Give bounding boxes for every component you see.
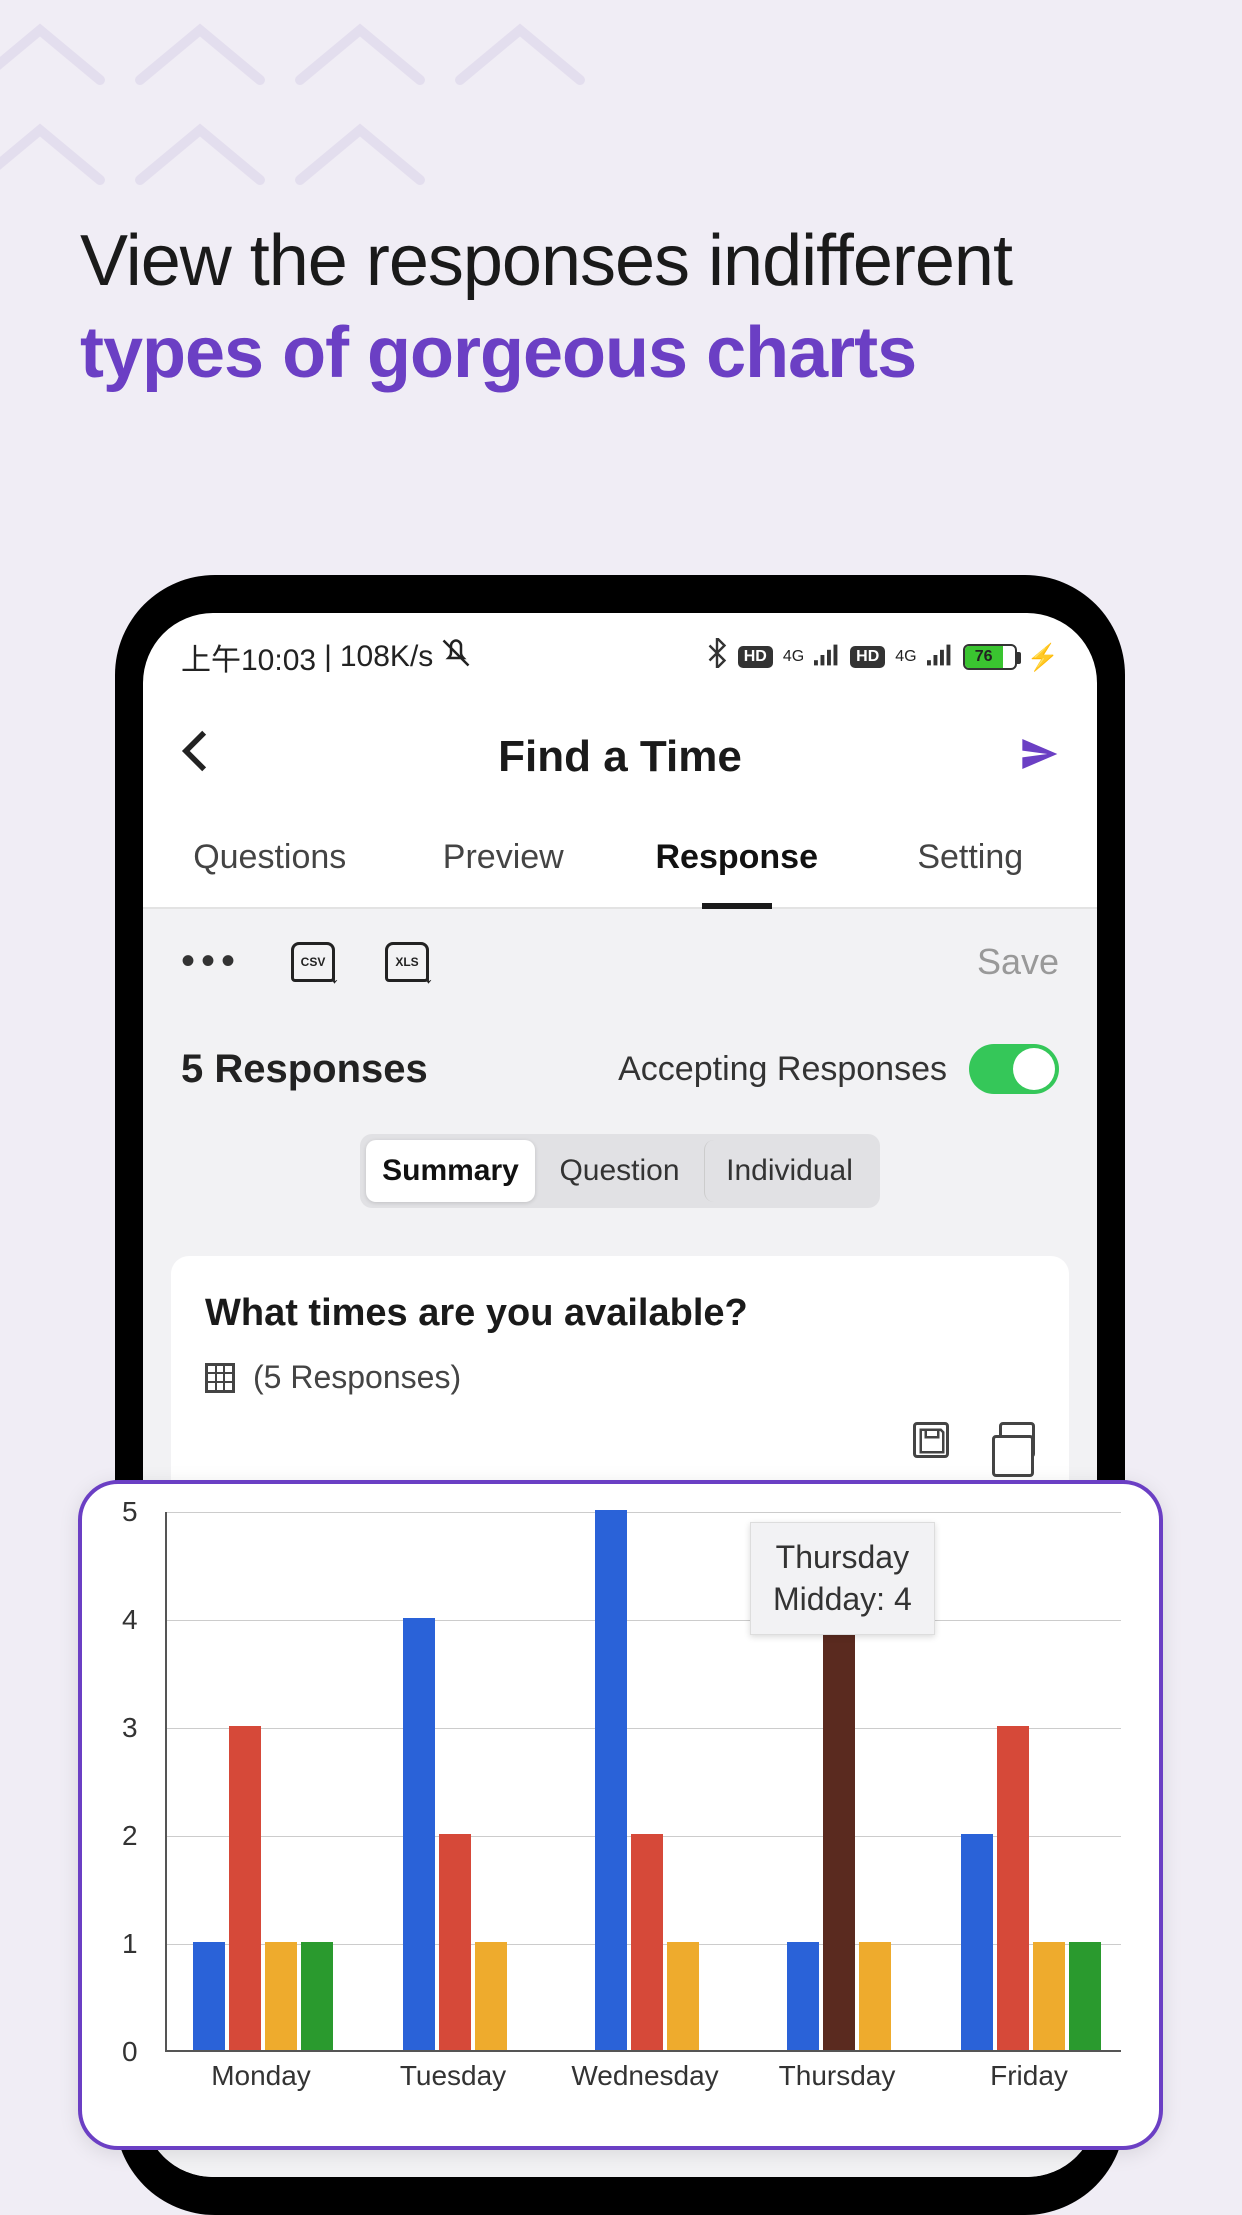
x-tick: Friday: [990, 2060, 1068, 2092]
save-button[interactable]: Save: [977, 941, 1059, 983]
y-tick: 1: [122, 1928, 138, 1960]
bar[interactable]: [667, 1942, 699, 2050]
x-tick: Tuesday: [400, 2060, 506, 2092]
seg-individual[interactable]: Individual: [704, 1140, 874, 1202]
bar[interactable]: [823, 1618, 855, 2050]
app-header: Find a Time: [143, 689, 1097, 814]
promo-heading: View the responses indifferent types of …: [0, 0, 1242, 394]
hd-badge: HD: [738, 646, 773, 668]
battery-icon: 76: [963, 644, 1017, 670]
bar[interactable]: [961, 1834, 993, 2050]
chart-zoom-overlay: 0 1 2 3 4 5 Monday Tuesday Wednesday Thursday Fri…: [78, 1480, 1163, 2150]
tab-preview[interactable]: Preview: [387, 814, 621, 907]
chart-tooltip: Thursday Midday: 4: [750, 1522, 935, 1635]
battery-level: 76: [965, 646, 1003, 668]
tab-questions[interactable]: Questions: [153, 814, 387, 907]
view-segmented-control: Summary Question Individual: [360, 1134, 880, 1208]
bar[interactable]: [1033, 1942, 1065, 2050]
question-title: What times are you available?: [205, 1292, 1035, 1335]
bar-group: [759, 1618, 919, 2050]
bar[interactable]: [595, 1510, 627, 2050]
response-count: 5 Responses: [181, 1047, 428, 1092]
bar[interactable]: [265, 1942, 297, 2050]
bar[interactable]: [1069, 1942, 1101, 2050]
bar[interactable]: [997, 1726, 1029, 2050]
bar[interactable]: [475, 1942, 507, 2050]
seg-summary[interactable]: Summary: [366, 1140, 535, 1202]
network-4g-2: 4G: [895, 648, 916, 666]
promo-line1: View the responses indifferent: [80, 220, 1162, 302]
bar[interactable]: [787, 1942, 819, 2050]
question-meta: (5 Responses): [253, 1359, 461, 1396]
hd-badge-2: HD: [850, 646, 885, 668]
bar-group: [567, 1510, 727, 2050]
bar[interactable]: [301, 1942, 333, 2050]
y-tick: 3: [122, 1712, 138, 1744]
export-xls-button[interactable]: [385, 942, 429, 982]
more-button[interactable]: •••: [181, 939, 241, 984]
export-csv-button[interactable]: [291, 942, 335, 982]
charging-icon: ⚡: [1027, 642, 1059, 673]
status-time: 上午10:03: [181, 635, 316, 679]
chart[interactable]: 012345 MondayTuesdayWednesdayThursdayFri…: [110, 1512, 1131, 2092]
y-tick: 4: [122, 1604, 138, 1636]
grid-icon: [205, 1363, 235, 1393]
bar[interactable]: [631, 1834, 663, 2050]
x-tick: Thursday: [779, 2060, 896, 2092]
back-button[interactable]: [181, 729, 231, 784]
tooltip-line1: Thursday: [773, 1537, 912, 1579]
response-count-row: 5 Responses Accepting Responses: [171, 1044, 1069, 1094]
x-tick: Monday: [211, 2060, 311, 2092]
bar[interactable]: [403, 1618, 435, 2050]
page-title: Find a Time: [498, 732, 742, 782]
bar[interactable]: [439, 1834, 471, 2050]
bar[interactable]: [229, 1726, 261, 2050]
status-speed: 108K/s: [340, 640, 433, 674]
tab-response[interactable]: Response: [620, 814, 854, 907]
y-tick: 2: [122, 1820, 138, 1852]
signal-icon-2: [927, 640, 953, 674]
toolbar: ••• Save: [171, 939, 1069, 984]
tooltip-line2: Midday: 4: [773, 1579, 912, 1621]
mute-icon: [441, 638, 471, 676]
y-tick: 5: [122, 1496, 138, 1528]
tab-bar: Questions Preview Response Setting: [143, 814, 1097, 909]
y-tick: 0: [122, 2036, 138, 2068]
copy-chart-button[interactable]: [999, 1422, 1035, 1458]
accepting-toggle[interactable]: [969, 1044, 1059, 1094]
bluetooth-icon: [706, 638, 728, 676]
seg-question[interactable]: Question: [535, 1140, 704, 1202]
send-button[interactable]: [1009, 734, 1059, 779]
bar-group: [183, 1726, 343, 2050]
signal-icon: [814, 640, 840, 674]
promo-line2: types of gorgeous charts: [80, 312, 1162, 394]
accepting-label: Accepting Responses: [618, 1050, 947, 1089]
bar-group: [951, 1726, 1111, 2050]
x-tick: Wednesday: [571, 2060, 718, 2092]
tab-setting[interactable]: Setting: [854, 814, 1088, 907]
network-4g: 4G: [783, 648, 804, 666]
bar[interactable]: [859, 1942, 891, 2050]
bar-group: [375, 1618, 535, 2050]
save-chart-button[interactable]: [913, 1422, 949, 1458]
statusbar: 上午10:03 | 108K/s HD 4G HD 4G: [143, 613, 1097, 689]
bar[interactable]: [193, 1942, 225, 2050]
